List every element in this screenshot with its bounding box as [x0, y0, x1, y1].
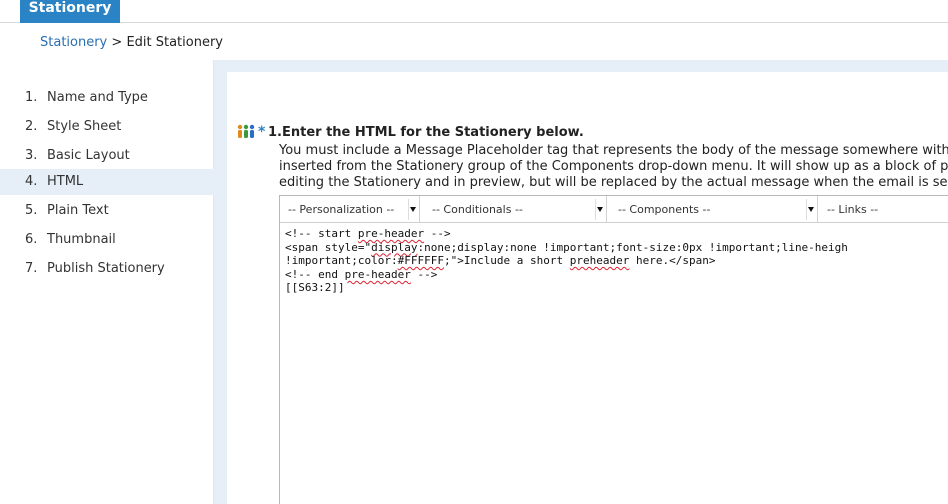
toolbar-divider — [817, 196, 818, 223]
top-nav-bar: Stationery — [0, 0, 948, 23]
breadcrumb-separator: > — [107, 35, 127, 50]
conditionals-dropdown[interactable]: -- Conditionals -- — [424, 196, 604, 223]
tab-stationery[interactable]: Stationery — [20, 0, 120, 23]
sidebar-item-label: Publish Stationery — [47, 261, 165, 276]
toolbar-divider — [606, 196, 607, 223]
breadcrumb-current: Edit Stationery — [126, 35, 223, 50]
sidebar-item-label: Thumbnail — [47, 232, 116, 247]
links-dropdown[interactable]: -- Links -- — [819, 196, 948, 223]
step-description: You must include a Message Placeholder t… — [279, 143, 948, 191]
step-number: 2. — [25, 119, 38, 134]
sidebar-item-plain-text[interactable]: 5. Plain Text — [0, 198, 214, 224]
code-line: <span style="display:none;display:none !… — [285, 240, 848, 254]
sidebar-item-label: Basic Layout — [47, 148, 130, 163]
chevron-down-icon — [806, 199, 815, 220]
toolbar-divider — [419, 196, 420, 223]
step-title: 1.Enter the HTML for the Stationery belo… — [268, 125, 584, 140]
step-number: 6. — [25, 232, 38, 247]
dropdown-label: -- Personalization -- — [288, 203, 395, 216]
sidebar-item-thumbnail[interactable]: 6. Thumbnail — [0, 227, 214, 253]
code-line: <!-- start pre-header --> — [285, 227, 451, 240]
html-code-textarea[interactable]: <!-- start pre-header --> <span style="di… — [285, 227, 948, 295]
editor-toolbar: -- Personalization -- -- Conditionals --… — [280, 196, 948, 223]
sidebar-item-label: Style Sheet — [47, 119, 122, 134]
sidebar-item-html[interactable]: 4. HTML — [0, 169, 214, 195]
sidebar-item-basic-layout[interactable]: 3. Basic Layout — [0, 143, 214, 169]
code-line: <!-- end pre-header --> — [285, 267, 438, 281]
wizard-steps-sidebar: 1. Name and Type 2. Style Sheet 3. Basic… — [0, 60, 214, 504]
required-marker: * — [258, 124, 266, 140]
sidebar-item-publish-stationery[interactable]: 7. Publish Stationery — [0, 256, 214, 282]
dropdown-label: -- Links -- — [827, 203, 879, 216]
personalization-dropdown[interactable]: -- Personalization -- — [280, 196, 417, 223]
code-line: !important;color:#FFFFFF;">Include a sho… — [285, 254, 716, 268]
description-line: You must include a Message Placeholder t… — [279, 143, 948, 158]
dropdown-label: -- Components -- — [618, 203, 711, 216]
sidebar-item-label: Plain Text — [47, 203, 109, 218]
components-dropdown[interactable]: -- Components -- — [610, 196, 815, 223]
step-number: 1. — [25, 90, 38, 105]
code-line: [[S63:2]] — [285, 281, 345, 295]
people-icon — [237, 124, 255, 138]
step-number: 7. — [25, 261, 38, 276]
sidebar-item-name-and-type[interactable]: 1. Name and Type — [0, 85, 214, 111]
step-number: 4. — [25, 174, 38, 189]
step-number: 5. — [25, 203, 38, 218]
step-number: 3. — [25, 148, 38, 163]
description-line: inserted from the Stationery group of th… — [279, 159, 948, 174]
chevron-down-icon — [595, 199, 604, 220]
description-line: editing the Stationery and in preview, b… — [279, 175, 948, 190]
breadcrumb-link-stationery[interactable]: Stationery — [40, 35, 107, 50]
sidebar-item-style-sheet[interactable]: 2. Style Sheet — [0, 114, 214, 140]
sidebar-item-label: Name and Type — [47, 90, 148, 105]
sidebar-item-label: HTML — [47, 174, 84, 189]
dropdown-label: -- Conditionals -- — [432, 203, 523, 216]
chevron-down-icon — [408, 199, 417, 220]
breadcrumb: Stationery > Edit Stationery — [40, 35, 223, 50]
